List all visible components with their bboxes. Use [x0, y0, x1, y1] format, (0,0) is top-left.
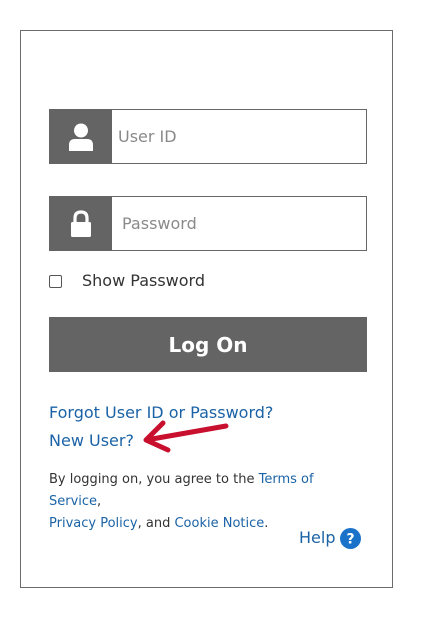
question-circle-icon[interactable]: ?	[340, 528, 362, 549]
legal-separator: ,	[97, 494, 102, 509]
password-input[interactable]	[118, 197, 368, 250]
legal-prefix: By logging on, you agree to the	[49, 472, 259, 487]
user-id-input[interactable]	[114, 110, 364, 163]
help-link[interactable]: Help ?	[299, 526, 362, 549]
log-on-button[interactable]: Log On	[49, 317, 367, 372]
lock-icon	[49, 196, 112, 251]
svg-text:?: ?	[347, 532, 355, 548]
password-field[interactable]	[49, 196, 368, 251]
cookie-notice-link[interactable]: Cookie Notice	[174, 516, 264, 531]
help-label[interactable]: Help	[299, 528, 335, 547]
person-icon	[49, 109, 112, 164]
legal-suffix: .	[264, 516, 269, 531]
legal-separator: , and	[137, 516, 175, 531]
show-password-toggle[interactable]: Show Password	[49, 269, 205, 291]
new-user-link[interactable]: New User?	[49, 431, 134, 450]
privacy-policy-link[interactable]: Privacy Policy	[49, 516, 138, 531]
red-arrow-icon	[143, 420, 229, 453]
show-password-label[interactable]: Show Password	[82, 271, 205, 290]
user-id-field[interactable]	[49, 109, 367, 164]
show-password-checkbox[interactable]	[49, 275, 62, 288]
